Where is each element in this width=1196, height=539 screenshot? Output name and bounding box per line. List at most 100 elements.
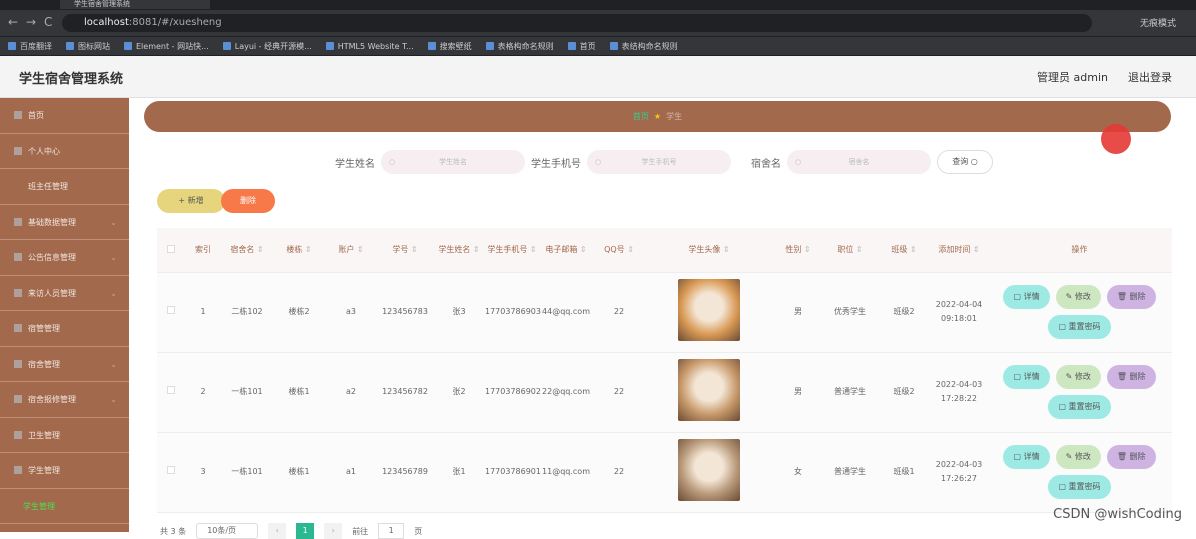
column-header[interactable]: 学生手机号 ⇕ <box>485 228 539 273</box>
sort-icon[interactable]: ⇕ <box>907 245 917 254</box>
column-header[interactable]: 学生姓名 ⇕ <box>433 228 485 273</box>
bookmark-item[interactable]: 首页 <box>568 41 596 52</box>
cell-position: 普通学生 <box>823 432 877 513</box>
edit-button[interactable]: ✎ 修改 <box>1055 365 1101 389</box>
sort-icon[interactable]: ⇕ <box>354 245 364 254</box>
sort-icon[interactable]: ⇕ <box>470 245 480 254</box>
next-page-button[interactable]: › <box>324 523 343 539</box>
detail-button[interactable]: ▢ 详情 <box>1003 445 1050 469</box>
reset-icon: ▢ <box>1058 402 1069 411</box>
sidebar-item[interactable]: 宿舍管理 ⌄ <box>0 347 129 382</box>
sidebar-item[interactable]: 基础数据管理 ⌄ <box>0 205 129 240</box>
column-header[interactable]: 账户 ⇕ <box>325 228 377 273</box>
sort-icon[interactable]: ⇕ <box>254 245 264 254</box>
chevron-down-icon: ⌄ <box>110 359 117 369</box>
page-size-select[interactable]: 10条/页 <box>196 523 259 539</box>
sidebar-item[interactable]: 公告信息管理 ⌄ <box>0 240 129 276</box>
sidebar-item-label: 卫生管理 <box>28 430 60 440</box>
sidebar-item[interactable]: 首页 <box>0 98 129 134</box>
cell-photo <box>645 432 773 513</box>
column-header[interactable]: 学号 ⇕ <box>377 228 433 273</box>
column-header[interactable]: 班级 ⇕ <box>877 228 931 273</box>
sort-icon[interactable]: ⇕ <box>408 245 418 254</box>
sidebar-item[interactable]: 卫生管理 <box>0 418 129 453</box>
sidebar-item[interactable]: 班主任管理 <box>0 169 129 205</box>
address-bar[interactable]: localhost:8081/#/xuesheng <box>62 14 1092 32</box>
detail-button[interactable]: ▢ 详情 <box>1003 365 1050 389</box>
sidebar-item[interactable]: 个人中心 <box>0 134 129 169</box>
cell-class: 班级1 <box>877 432 931 513</box>
page-1-button[interactable]: 1 <box>296 523 315 539</box>
student-photo[interactable] <box>678 438 740 501</box>
back-icon[interactable]: ← <box>8 15 18 29</box>
browser-tab[interactable]: 学生宿舍管理系统 <box>60 0 210 9</box>
sidebar-item[interactable]: 学生管理 <box>0 453 129 489</box>
row-checkbox[interactable] <box>167 466 175 474</box>
name-label: 学生姓名 <box>335 158 375 170</box>
sidebar-item[interactable]: 学生管理 <box>0 489 129 524</box>
sort-icon[interactable]: ⇕ <box>720 245 730 254</box>
bookmark-item[interactable]: 表格构命名规则 <box>486 41 554 52</box>
sidebar-item[interactable]: 来访人员管理 ⌄ <box>0 276 129 311</box>
cell-actions: ▢ 详情 ✎ 修改 🗑 删除 ▢ 重置密码 <box>987 432 1172 513</box>
sort-icon[interactable]: ⇕ <box>970 245 980 254</box>
building-icon <box>14 359 22 368</box>
forward-icon[interactable]: → <box>26 15 36 29</box>
sort-icon[interactable]: ⇕ <box>527 245 537 254</box>
edit-button[interactable]: ✎ 修改 <box>1055 285 1101 309</box>
sort-icon[interactable]: ⇕ <box>853 245 863 254</box>
sort-icon[interactable]: ⇕ <box>801 245 811 254</box>
column-header[interactable]: 性别 ⇕ <box>773 228 823 273</box>
column-header[interactable]: 职位 ⇕ <box>823 228 877 273</box>
student-photo[interactable] <box>678 278 740 341</box>
reload-icon[interactable]: C <box>44 15 52 29</box>
bookmark-item[interactable]: 图标网站 <box>66 41 110 52</box>
select-all-checkbox[interactable] <box>167 244 175 253</box>
row-checkbox[interactable] <box>167 386 175 394</box>
sidebar-item[interactable]: 宿舍报修管理 ⌄ <box>0 382 129 418</box>
logout-link[interactable]: 退出登录 <box>1128 69 1172 85</box>
prev-page-button[interactable]: ‹ <box>268 523 287 539</box>
sidebar-item-label: 基础数据管理 <box>28 217 76 227</box>
breadcrumb-home[interactable]: 首页 <box>633 112 649 121</box>
bookmark-item[interactable]: Element - 网站快... <box>124 41 209 52</box>
bookmark-item[interactable]: 表结构命名规则 <box>610 41 678 52</box>
row-delete-button[interactable]: 🗑 删除 <box>1106 445 1156 469</box>
dorm-input[interactable]: 宿舍名 <box>787 150 931 174</box>
sidebar-item[interactable]: 宿管管理 <box>0 311 129 347</box>
bookmark-item[interactable]: Layui - 经典开源模... <box>223 41 312 52</box>
sort-icon[interactable]: ⇕ <box>625 245 634 254</box>
name-input[interactable]: 学生姓名 <box>381 150 525 174</box>
delete-button[interactable]: 删除 <box>221 189 275 213</box>
bookmark-item[interactable]: HTML5 Website T... <box>326 42 414 51</box>
query-button[interactable]: 查询 ○ <box>937 150 993 174</box>
bookmark-item[interactable]: 百度翻译 <box>8 41 52 52</box>
column-header[interactable]: 宿舍名 ⇕ <box>221 228 273 273</box>
detail-button[interactable]: ▢ 详情 <box>1003 285 1050 309</box>
cell-time: 2022-04-03 17:26:27 <box>931 432 987 513</box>
edit-button[interactable]: ✎ 修改 <box>1055 445 1101 469</box>
reset-password-button[interactable]: ▢ 重置密码 <box>1048 315 1111 339</box>
pagination: 共 3 条 10条/页 ‹ 1 › 前往 1 页 <box>160 523 422 539</box>
column-header[interactable]: 学生头像 ⇕ <box>645 228 773 273</box>
add-button[interactable]: + 新增 <box>157 189 225 213</box>
profile-badge[interactable]: 无痕模式 <box>1140 16 1176 29</box>
phone-input[interactable]: 学生手机号 <box>587 150 731 174</box>
page-jump-input[interactable]: 1 <box>378 523 405 539</box>
reset-password-button[interactable]: ▢ 重置密码 <box>1048 395 1111 419</box>
page-unit: 页 <box>414 526 423 536</box>
bookmark-item[interactable]: 搜索壁纸 <box>428 41 472 52</box>
column-header[interactable]: QQ号 ⇕ <box>593 228 645 273</box>
row-delete-button[interactable]: 🗑 删除 <box>1106 365 1156 389</box>
table-row: 1 二栋102 楼栋2 a3 123456783 张3 17703786903 44@qq.c… <box>157 272 1172 353</box>
student-photo[interactable] <box>678 358 740 421</box>
sort-icon[interactable]: ⇕ <box>577 245 587 254</box>
column-header[interactable]: 楼栋 ⇕ <box>273 228 325 273</box>
row-delete-button[interactable]: 🗑 删除 <box>1106 285 1156 309</box>
reset-password-button[interactable]: ▢ 重置密码 <box>1048 475 1111 499</box>
sort-icon[interactable]: ⇕ <box>302 245 312 254</box>
column-header[interactable]: 电子邮箱 ⇕ <box>539 228 593 273</box>
row-checkbox[interactable] <box>167 306 175 314</box>
cell-qq: 22 <box>593 432 645 513</box>
column-header[interactable]: 添加时间 ⇕ <box>931 228 987 273</box>
